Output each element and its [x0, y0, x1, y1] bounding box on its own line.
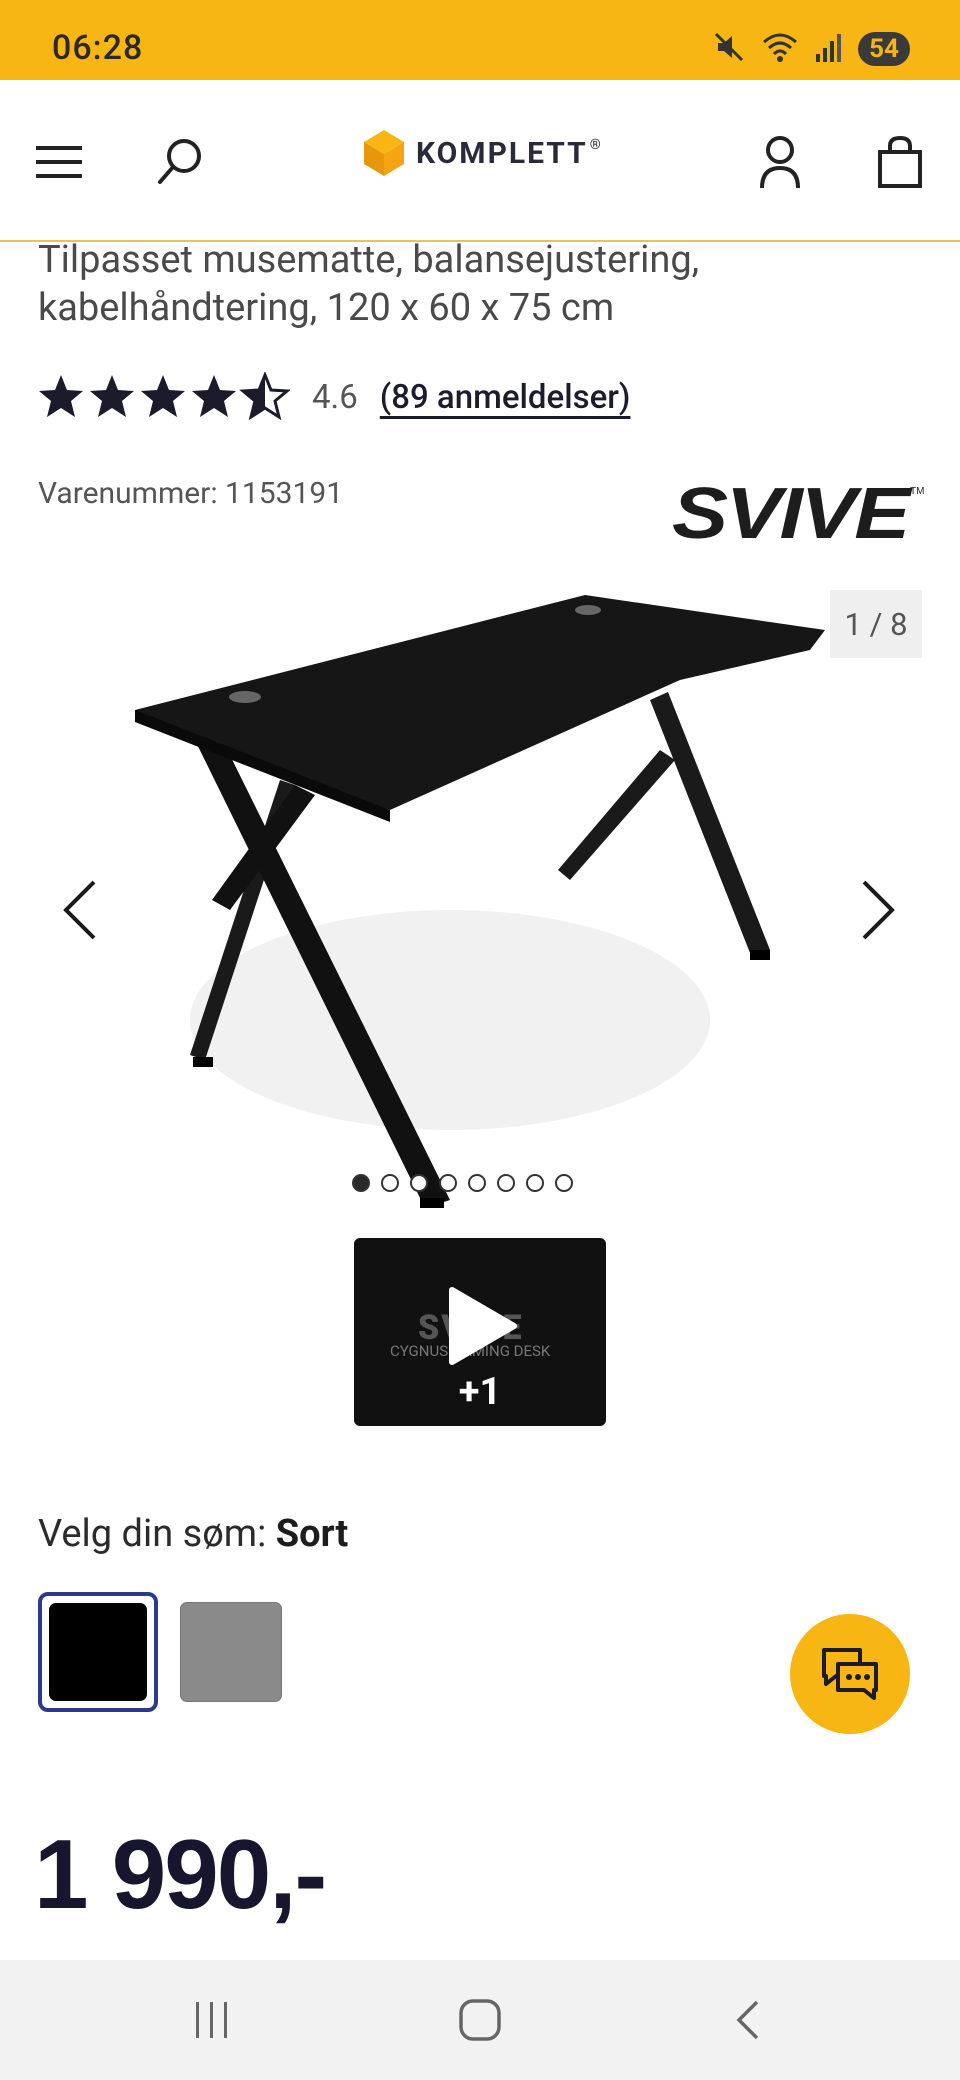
color-option-prefix: Velg din søm: — [38, 1512, 276, 1556]
gallery-dot[interactable] — [468, 1174, 486, 1192]
mute-icon — [712, 30, 746, 68]
gallery-prev-button[interactable] — [50, 870, 110, 950]
color-swatch-grey[interactable] — [180, 1602, 282, 1702]
komplett-logo[interactable]: KOMPLETT ® — [362, 128, 601, 178]
chat-icon — [822, 1648, 878, 1700]
logo-registered-mark: ® — [589, 137, 601, 153]
star-half-icon — [241, 373, 289, 419]
wifi-icon — [760, 30, 800, 68]
recent-apps-icon — [196, 2002, 227, 2038]
status-bar: 06:28 54 — [0, 0, 960, 80]
gallery-dot[interactable] — [555, 1174, 573, 1192]
komplett-cube-icon — [364, 130, 404, 176]
recent-apps-button[interactable] — [172, 1990, 252, 2050]
gallery-dots — [352, 1174, 573, 1192]
account-button[interactable] — [748, 130, 812, 194]
gallery-dot[interactable] — [410, 1174, 428, 1192]
color-swatch-black[interactable] — [38, 1592, 158, 1712]
more-media-count: +1 — [458, 1370, 502, 1414]
system-nav-bar — [0, 1960, 960, 2080]
cart-button[interactable] — [868, 130, 932, 194]
chevron-right-icon — [862, 880, 895, 940]
image-counter: 1 / 8 — [830, 590, 922, 658]
star-icon — [39, 375, 83, 417]
gallery-dot[interactable] — [497, 1174, 515, 1192]
gallery-dot[interactable] — [439, 1174, 457, 1192]
site-header: KOMPLETT ® — [0, 80, 960, 242]
color-option-label: Velg din søm: Sort — [38, 1512, 348, 1556]
sku-number: Varenummer: 1153191 — [38, 476, 344, 511]
gallery-dot[interactable] — [526, 1174, 544, 1192]
gallery-dot[interactable] — [381, 1174, 399, 1192]
battery-indicator: 54 — [858, 32, 910, 66]
star-icon — [141, 375, 185, 417]
play-icon — [449, 1287, 517, 1365]
star-icon — [90, 375, 134, 417]
svg-text:TM: TM — [910, 486, 924, 497]
status-icons: 54 — [712, 30, 910, 68]
rating-stars — [36, 372, 290, 422]
brand-logo[interactable]: SVIVE TM — [672, 474, 924, 554]
product-image[interactable] — [120, 580, 840, 1220]
back-button[interactable] — [708, 1990, 788, 2050]
search-button[interactable] — [148, 130, 212, 194]
color-option-selected: Sort — [275, 1512, 349, 1556]
reviews-link[interactable]: (89 anmeldelser) — [380, 378, 631, 417]
product-gallery[interactable]: 1 / 8 — [0, 580, 960, 1220]
chat-button[interactable] — [790, 1614, 910, 1734]
star-icon — [192, 375, 236, 417]
product-subtitle: Tilpasset musematte, balansejustering, k… — [38, 238, 700, 330]
gallery-next-button[interactable] — [848, 870, 908, 950]
swatch-fill — [49, 1603, 147, 1701]
signal-icon — [814, 30, 844, 68]
brand-logo-text: SVIVE — [672, 480, 913, 544]
gallery-dot[interactable] — [352, 1174, 370, 1192]
menu-button[interactable] — [28, 130, 92, 194]
shopping-bag-icon — [878, 135, 922, 188]
home-button[interactable] — [440, 1990, 520, 2050]
video-thumbnail[interactable]: SVIVE CYGNUS GAMING DESK +1 — [354, 1238, 606, 1426]
product-rating: 4.6 (89 anmeldelser) — [36, 372, 630, 422]
back-icon — [736, 2000, 759, 2040]
product-price: 1 990,- — [34, 1819, 327, 1929]
user-icon — [760, 136, 800, 189]
status-time: 06:28 — [52, 28, 144, 68]
logo-text: KOMPLETT — [416, 135, 588, 171]
search-icon — [158, 139, 201, 184]
hamburger-icon — [36, 146, 82, 178]
home-icon — [459, 1999, 501, 2041]
rating-value: 4.6 — [312, 377, 358, 417]
chevron-left-icon — [63, 880, 96, 940]
